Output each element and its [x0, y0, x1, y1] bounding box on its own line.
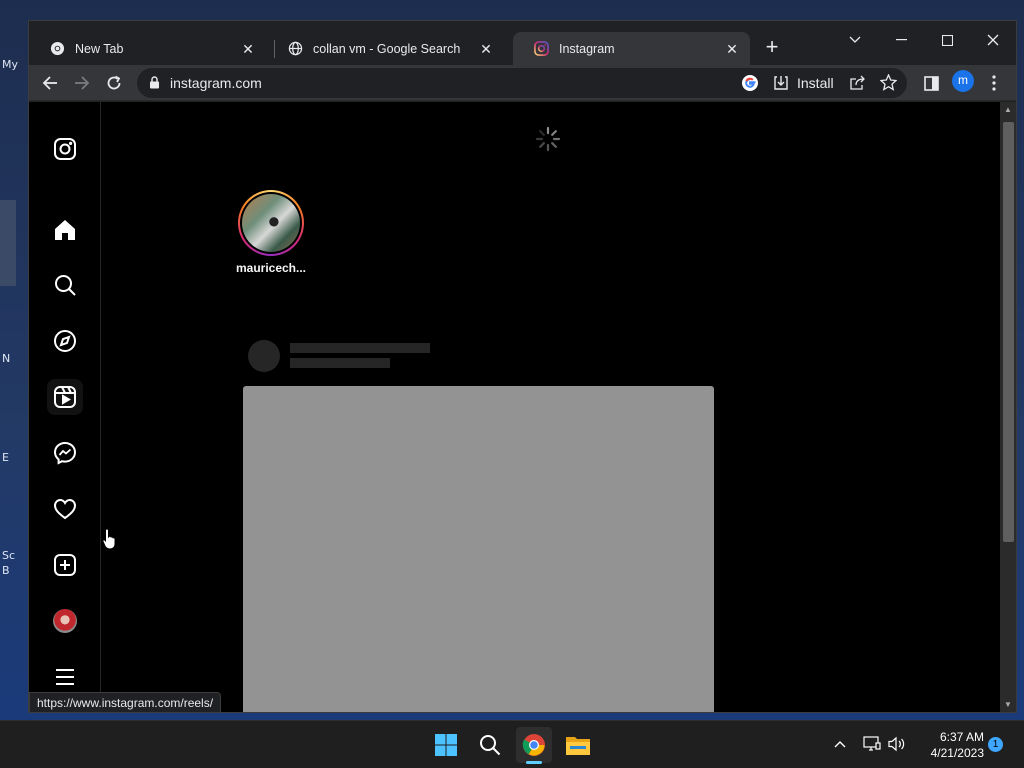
url-text[interactable]: instagram.com: [170, 75, 262, 91]
tray-chevron-up-icon[interactable]: [834, 735, 846, 753]
tab-instagram[interactable]: Instagram ✕: [513, 32, 750, 65]
desktop-icon-tile[interactable]: [0, 200, 16, 286]
bookmark-star-icon[interactable]: [879, 73, 898, 96]
lock-icon[interactable]: [149, 76, 160, 94]
side-panel-icon[interactable]: [918, 70, 944, 96]
more-vertical-icon[interactable]: [981, 70, 1007, 96]
close-icon[interactable]: ✕: [724, 41, 740, 57]
search-icon[interactable]: [47, 267, 83, 303]
instagram-icon: [533, 41, 549, 57]
back-button[interactable]: [37, 70, 63, 96]
network-icon[interactable]: [863, 736, 881, 757]
forward-button[interactable]: [69, 70, 95, 96]
avatar: [53, 609, 77, 633]
tab-title: New Tab: [75, 41, 124, 56]
close-icon[interactable]: ✕: [478, 41, 494, 57]
instagram-page: mauricech... https://www.instagram.com/r…: [29, 102, 1000, 712]
desktop-icon-label[interactable]: My: [2, 58, 18, 71]
story-username: mauricech...: [235, 261, 307, 275]
scroll-down-icon[interactable]: ▼: [1004, 700, 1012, 709]
scrollbar-thumb[interactable]: [1003, 122, 1014, 542]
story-item[interactable]: mauricech...: [233, 190, 309, 275]
desktop-icon-label[interactable]: Sc: [2, 549, 15, 562]
notification-badge[interactable]: 1: [988, 737, 1003, 752]
close-window-button[interactable]: [975, 27, 1011, 53]
desktop-icon-label[interactable]: B: [2, 564, 10, 577]
taskbar-file-explorer-icon[interactable]: [560, 727, 596, 763]
more-menu-icon[interactable]: [47, 659, 83, 695]
desktop-icon-label[interactable]: N: [2, 352, 10, 365]
new-tab-button[interactable]: +: [759, 35, 785, 61]
chrome-icon: [49, 41, 65, 57]
tab-google-search[interactable]: collan vm - Google Search ✕: [267, 32, 504, 65]
reels-icon[interactable]: [47, 379, 83, 415]
post-skeleton-avatar: [248, 340, 280, 372]
post-skeleton-media: [243, 386, 714, 712]
explore-compass-icon[interactable]: [47, 323, 83, 359]
loading-spinner-icon: [535, 126, 561, 157]
post-skeleton-line: [290, 343, 430, 353]
reload-button[interactable]: [101, 70, 127, 96]
tab-title: collan vm - Google Search: [313, 41, 461, 56]
story-ring[interactable]: [238, 190, 304, 256]
google-lens-g-icon[interactable]: [741, 74, 759, 97]
taskbar-search-icon[interactable]: [472, 727, 508, 763]
windows-taskbar: 6:37 AM 4/21/2023 1: [0, 720, 1024, 768]
tab-strip: New Tab ✕ collan vm - Google Search ✕ In…: [29, 21, 1016, 65]
desktop-icon-label[interactable]: E: [2, 451, 9, 464]
install-button[interactable]: Install: [797, 75, 834, 91]
story-avatar: [242, 194, 300, 252]
system-clock[interactable]: 6:37 AM 4/21/2023: [918, 729, 984, 761]
instagram-sidebar: [29, 102, 101, 712]
desktop-icons-edge: My N E Sc B: [0, 0, 28, 720]
messenger-icon[interactable]: [47, 435, 83, 471]
post-skeleton-line: [290, 358, 390, 368]
address-bar[interactable]: instagram.com Install: [137, 68, 907, 98]
clock-date: 4/21/2023: [930, 746, 984, 760]
clock-time: 6:37 AM: [939, 730, 984, 744]
share-icon[interactable]: [850, 75, 867, 95]
minimize-button[interactable]: [883, 27, 919, 53]
globe-icon: [287, 41, 303, 57]
tab-search-chevron-icon[interactable]: [837, 27, 873, 53]
link-status-bubble: https://www.instagram.com/reels/: [29, 692, 222, 712]
profile-avatar[interactable]: [47, 603, 83, 639]
install-app-icon[interactable]: [773, 75, 789, 96]
taskbar-chrome-icon[interactable]: [516, 727, 552, 763]
browser-window: New Tab ✕ collan vm - Google Search ✕ In…: [28, 20, 1017, 713]
close-icon[interactable]: ✕: [240, 41, 256, 57]
hand-cursor-icon: [102, 528, 118, 555]
active-app-indicator: [526, 761, 542, 764]
scroll-up-icon[interactable]: ▲: [1004, 105, 1012, 114]
profile-avatar-button[interactable]: m: [952, 70, 974, 92]
volume-icon[interactable]: [888, 736, 906, 757]
page-scrollbar[interactable]: ▲ ▼: [1000, 102, 1016, 712]
tab-new-tab[interactable]: New Tab ✕: [29, 32, 266, 65]
notifications-heart-icon[interactable]: [47, 491, 83, 527]
maximize-button[interactable]: [929, 27, 965, 53]
instagram-logo-icon[interactable]: [47, 131, 83, 167]
home-icon[interactable]: [47, 212, 83, 248]
start-windows-icon[interactable]: [428, 727, 464, 763]
tab-title: Instagram: [559, 41, 615, 56]
browser-toolbar: instagram.com Install m: [29, 65, 1016, 101]
create-plus-icon[interactable]: [47, 547, 83, 583]
